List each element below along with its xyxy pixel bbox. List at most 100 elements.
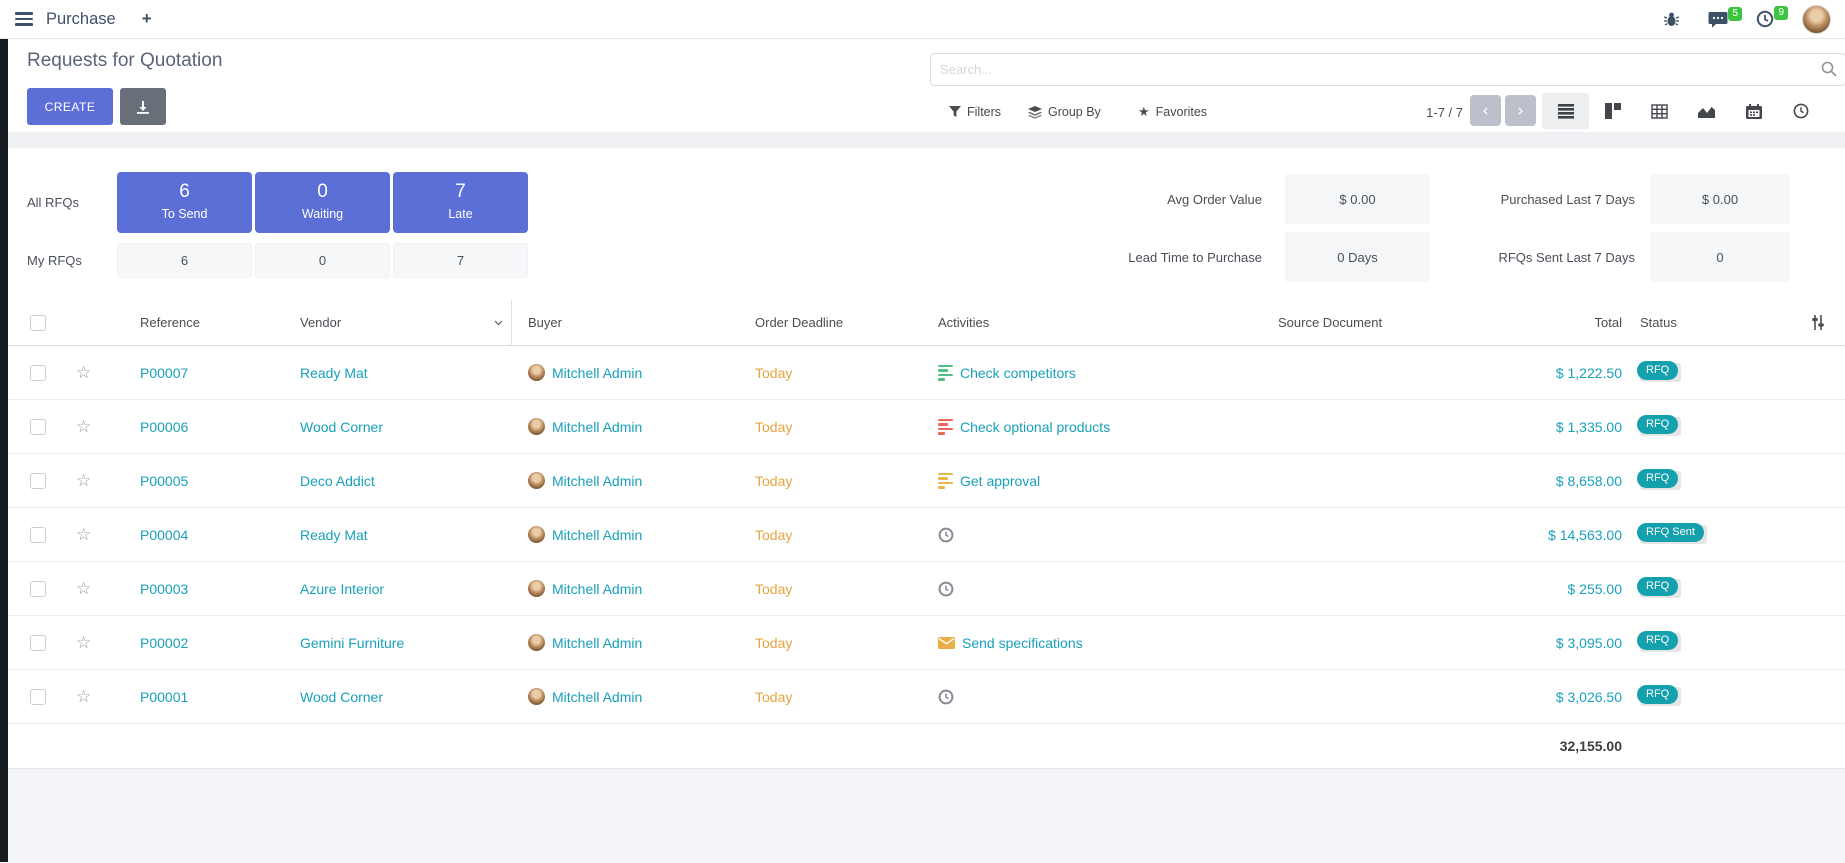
create-button[interactable]: CREATE	[27, 88, 113, 125]
star-icon[interactable]: ☆	[76, 687, 91, 707]
vendor-link[interactable]: Gemini Furniture	[300, 635, 404, 651]
row-checkbox[interactable]	[30, 365, 46, 381]
activity-clock-icon[interactable]	[938, 527, 954, 543]
kpi-my-late-button[interactable]: 7	[393, 243, 528, 278]
activity-link[interactable]: Check competitors	[960, 365, 1076, 381]
column-header-buyer[interactable]: Buyer	[512, 315, 744, 330]
kpi-waiting-button[interactable]: 0 Waiting	[255, 172, 390, 233]
activity-link[interactable]: Get approval	[960, 473, 1040, 489]
row-checkbox[interactable]	[30, 527, 46, 543]
list-view-button[interactable]	[1542, 93, 1589, 129]
row-checkbox[interactable]	[30, 635, 46, 651]
kpi-my-to-send-button[interactable]: 6	[117, 243, 252, 278]
calendar-view-button[interactable]	[1730, 93, 1777, 129]
calendar-icon	[1746, 104, 1762, 119]
activity-envelope-icon[interactable]	[938, 637, 955, 649]
activity-view-button[interactable]	[1777, 93, 1824, 129]
table-row[interactable]: ☆ P00007 Ready Mat Mitchell Admin Today …	[8, 346, 1845, 400]
pivot-view-button[interactable]	[1636, 93, 1683, 129]
reference-link[interactable]: P00007	[140, 365, 188, 381]
vendor-link[interactable]: Deco Addict	[300, 473, 375, 489]
row-checkbox[interactable]	[30, 473, 46, 489]
star-icon[interactable]: ☆	[76, 363, 91, 383]
search-icon[interactable]	[1821, 61, 1837, 77]
buyer-link[interactable]: Mitchell Admin	[552, 527, 642, 543]
pager-next-button[interactable]: ›	[1505, 95, 1536, 126]
activity-tasks-icon[interactable]	[938, 365, 953, 381]
graph-view-button[interactable]	[1683, 93, 1730, 129]
reference-link[interactable]: P00006	[140, 419, 188, 435]
activity-tasks-icon[interactable]	[938, 419, 953, 435]
group-by-button[interactable]: Group By	[1028, 99, 1101, 125]
column-header-total[interactable]: Total	[1460, 315, 1622, 330]
activity-link[interactable]: Check optional products	[960, 419, 1110, 435]
column-header-status[interactable]: Status	[1622, 315, 1747, 330]
kpi-to-send-button[interactable]: 6 To Send	[117, 172, 252, 233]
favorites-button[interactable]: ★ Favorites	[1138, 99, 1207, 125]
vendor-link[interactable]: Ready Mat	[300, 527, 368, 543]
column-header-vendor[interactable]: Vendor	[300, 300, 512, 346]
table-row[interactable]: ☆ P00006 Wood Corner Mitchell Admin Toda…	[8, 400, 1845, 454]
vendor-link[interactable]: Azure Interior	[300, 581, 384, 597]
vendor-link[interactable]: Wood Corner	[300, 419, 383, 435]
activity-link[interactable]: Send specifications	[962, 635, 1083, 651]
clock-icon	[1793, 103, 1809, 119]
activity-tasks-icon[interactable]	[938, 473, 953, 489]
buyer-link[interactable]: Mitchell Admin	[552, 473, 642, 489]
buyer-link[interactable]: Mitchell Admin	[552, 581, 642, 597]
column-header-order-deadline[interactable]: Order Deadline	[744, 315, 926, 330]
plus-icon[interactable]: +	[142, 9, 152, 29]
apps-menu-icon[interactable]	[15, 12, 33, 26]
filters-button[interactable]: Filters	[949, 99, 1001, 125]
pager-previous-button[interactable]: ‹	[1470, 95, 1501, 126]
column-header-reference[interactable]: Reference	[122, 315, 300, 330]
buyer-link[interactable]: Mitchell Admin	[552, 635, 642, 651]
buyer-link[interactable]: Mitchell Admin	[552, 365, 642, 381]
buyer-link[interactable]: Mitchell Admin	[552, 419, 642, 435]
kanban-view-button[interactable]	[1589, 93, 1636, 129]
row-checkbox[interactable]	[30, 419, 46, 435]
kpi-label: Waiting	[255, 207, 390, 221]
table-row[interactable]: ☆ P00004 Ready Mat Mitchell Admin Today …	[8, 508, 1845, 562]
reference-link[interactable]: P00002	[140, 635, 188, 651]
vendor-link[interactable]: Ready Mat	[300, 365, 368, 381]
table-row[interactable]: ☆ P00003 Azure Interior Mitchell Admin T…	[8, 562, 1845, 616]
table-row[interactable]: ☆ P00005 Deco Addict Mitchell Admin Toda…	[8, 454, 1845, 508]
debug-bug-icon[interactable]	[1663, 11, 1680, 27]
star-icon[interactable]: ☆	[76, 471, 91, 491]
reference-link[interactable]: P00004	[140, 527, 188, 543]
star-icon[interactable]: ☆	[76, 525, 91, 545]
table-row[interactable]: ☆ P00001 Wood Corner Mitchell Admin Toda…	[8, 670, 1845, 724]
search-input[interactable]	[930, 53, 1845, 86]
activity-clock-icon[interactable]	[938, 689, 954, 705]
buyer-link[interactable]: Mitchell Admin	[552, 689, 642, 705]
kpi-late-button[interactable]: 7 Late	[393, 172, 528, 233]
activities-clock-icon[interactable]: 9	[1756, 10, 1774, 28]
order-deadline-text: Today	[755, 635, 792, 651]
export-button[interactable]	[120, 88, 166, 125]
star-icon[interactable]: ☆	[76, 417, 91, 437]
reference-link[interactable]: P00005	[140, 473, 188, 489]
table-row[interactable]: ☆ P00002 Gemini Furniture Mitchell Admin…	[8, 616, 1845, 670]
table-footer-row: 32,155.00	[8, 724, 1845, 768]
user-avatar[interactable]	[1802, 5, 1831, 34]
row-checkbox[interactable]	[30, 581, 46, 597]
status-badge: RFQ	[1640, 471, 1681, 490]
status-badge: RFQ	[1640, 579, 1681, 598]
messages-icon[interactable]: 5	[1708, 11, 1728, 28]
optional-columns-icon[interactable]	[1811, 315, 1825, 330]
layers-icon	[1028, 106, 1042, 119]
vendor-link[interactable]: Wood Corner	[300, 689, 383, 705]
reference-link[interactable]: P00003	[140, 581, 188, 597]
row-checkbox[interactable]	[30, 689, 46, 705]
star-icon[interactable]: ☆	[76, 633, 91, 653]
app-name[interactable]: Purchase	[46, 10, 116, 29]
star-icon[interactable]: ☆	[76, 579, 91, 599]
select-all-checkbox[interactable]	[30, 315, 46, 331]
activity-clock-icon[interactable]	[938, 581, 954, 597]
column-header-activities[interactable]: Activities	[926, 315, 1260, 330]
column-header-source-document[interactable]: Source Document	[1260, 315, 1460, 330]
reference-link[interactable]: P00001	[140, 689, 188, 705]
kpi-my-waiting-button[interactable]: 0	[255, 243, 390, 278]
stat-value-purchased-last-7-days: $ 0.00	[1650, 174, 1790, 224]
